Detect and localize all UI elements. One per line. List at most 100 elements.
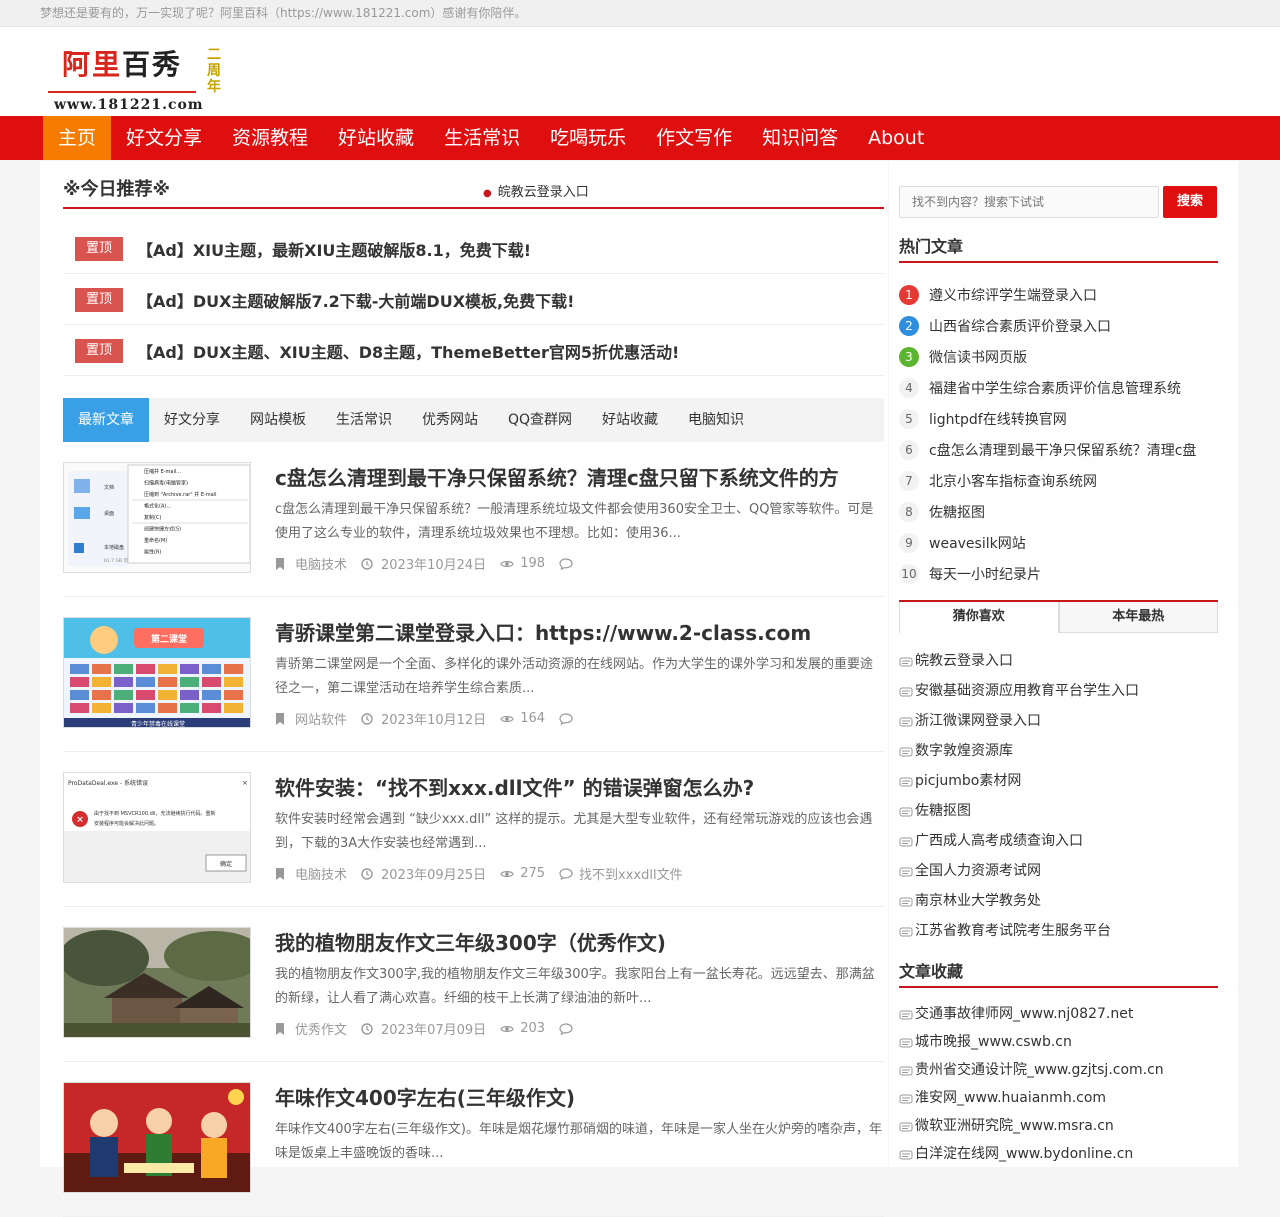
post-thumbnail[interactable]: 第二课堂 青少年禁毒在线课堂 [63, 617, 251, 728]
post-comments[interactable] [559, 709, 575, 728]
post-thumbnail[interactable] [63, 927, 251, 1038]
guess-title[interactable]: 江苏省教育考试院考生服务平台 [915, 920, 1111, 940]
article-tab[interactable]: 好文分享 [149, 398, 235, 442]
pinned-title[interactable]: 【Ad】DUX主题破解版7.2下载-大前端DUX模板,免费下载! [137, 288, 574, 312]
guess-item[interactable]: 皖教云登录入口 [899, 645, 1218, 675]
fav-item[interactable]: 白洋淀在线网_www.bydonline.cn [899, 1139, 1218, 1167]
nav-item[interactable]: 吃喝玩乐 [535, 116, 641, 160]
post-comments[interactable]: 找不到xxxdll文件 [559, 864, 683, 883]
post-title[interactable]: 青骄课堂第二课堂登录入口：https://www.2-class.com [275, 617, 885, 646]
fav-title[interactable]: 微软亚洲研究院_www.msra.cn [915, 1115, 1114, 1135]
hot-item[interactable]: 9 weavesilk网站 [899, 527, 1218, 558]
fav-title[interactable]: 交通事故律师网_www.nj0827.net [915, 1003, 1133, 1023]
post-item[interactable]: 我的植物朋友作文三年级300字（优秀作文) 我的植物朋友作文300字,我的植物朋友… [63, 907, 884, 1062]
article-tab[interactable]: 生活常识 [321, 398, 407, 442]
hot-title[interactable]: c盘怎么清理到最干净只保留系统？清理c盘 [929, 440, 1196, 460]
post-comments[interactable] [559, 1019, 575, 1038]
hot-item[interactable]: 1 遵义市综评学生端登录入口 [899, 279, 1218, 310]
hot-item[interactable]: 5 lightpdf在线转换官网 [899, 403, 1218, 434]
post-item[interactable]: 文档 桌面 本地磁盘 61.7 GB 可用，共 95.4 GB 压缩并 E-ma… [63, 442, 884, 597]
guess-item[interactable]: 数字敦煌资源库 [899, 735, 1218, 765]
post-category[interactable]: 电脑技术 [275, 864, 347, 883]
post-thumbnail[interactable]: 文档 桌面 本地磁盘 61.7 GB 可用，共 95.4 GB 压缩并 E-ma… [63, 462, 251, 573]
hot-title[interactable]: 山西省综合素质评价登录入口 [929, 316, 1111, 336]
nav-item[interactable]: 好文分享 [111, 116, 217, 160]
post-title[interactable]: 我的植物朋友作文三年级300字（优秀作文) [275, 927, 885, 956]
guess-item[interactable]: 广西成人高考成绩查询入口 [899, 825, 1218, 855]
guess-item[interactable]: picjumbo素材网 [899, 765, 1218, 795]
hot-item[interactable]: 4 福建省中学生综合素质评价信息管理系统 [899, 372, 1218, 403]
hot-item[interactable]: 3 微信读书网页版 [899, 341, 1218, 372]
pinned-item[interactable]: 置顶 【Ad】DUX主题、XIU主题、D8主题，ThemeBetter官网5折优惠… [63, 325, 884, 376]
guess-item[interactable]: 安徽基础资源应用教育平台学生入口 [899, 675, 1218, 705]
guess-title[interactable]: 浙江微课网登录入口 [915, 710, 1041, 730]
nav-item[interactable]: 生活常识 [429, 116, 535, 160]
article-tab[interactable]: 网站模板 [235, 398, 321, 442]
post-title[interactable]: c盘怎么清理到最干净只保留系统？清理c盘只留下系统文件的方 [275, 462, 885, 491]
pinned-title[interactable]: 【Ad】XIU主题，最新XIU主题破解版8.1，免费下载! [137, 237, 531, 261]
pinned-title[interactable]: 【Ad】DUX主题、XIU主题、D8主题，ThemeBetter官网5折优惠活动… [137, 339, 679, 363]
guess-title[interactable]: 数字敦煌资源库 [915, 740, 1013, 760]
fav-item[interactable]: 微软亚洲研究院_www.msra.cn [899, 1111, 1218, 1139]
nav-item[interactable]: 好站收藏 [323, 116, 429, 160]
guess-title[interactable]: 南京林业大学教务处 [915, 890, 1041, 910]
article-tab[interactable]: QQ查群网 [493, 398, 587, 442]
fav-title[interactable]: 白洋淀在线网_www.bydonline.cn [915, 1143, 1133, 1163]
post-item[interactable]: 年味作文400字左右(三年级作文) 年味作文400字左右(三年级作文)。年味是烟花… [63, 1062, 884, 1217]
hot-title[interactable]: 福建省中学生综合素质评价信息管理系统 [929, 378, 1181, 398]
nav-item[interactable]: 作文写作 [641, 116, 747, 160]
guess-item[interactable]: 佐糖抠图 [899, 795, 1218, 825]
nav-item[interactable]: 资源教程 [217, 116, 323, 160]
post-item[interactable]: 第二课堂 青少年禁毒在线课堂 青骄课堂第二课堂登录入口：https://www.2… [63, 597, 884, 752]
guess-title[interactable]: 广西成人高考成绩查询入口 [915, 830, 1083, 850]
post-comments[interactable] [559, 554, 575, 573]
hot-title[interactable]: 佐糖抠图 [929, 502, 985, 522]
fav-item[interactable]: 淮安网_www.huaianmh.com [899, 1083, 1218, 1111]
post-thumbnail[interactable] [63, 1082, 251, 1193]
post-category-text[interactable]: 电脑技术 [295, 554, 347, 573]
article-tab[interactable]: 电脑知识 [673, 398, 759, 442]
article-tab[interactable]: 最新文章 [63, 398, 149, 442]
pinned-item[interactable]: 置顶 【Ad】XIU主题，最新XIU主题破解版8.1，免费下载! [63, 223, 884, 274]
post-category-text[interactable]: 优秀作文 [295, 1019, 347, 1038]
fav-item[interactable]: 贵州省交通设计院_www.gzjtsj.com.cn [899, 1055, 1218, 1083]
guess-title[interactable]: 佐糖抠图 [915, 800, 971, 820]
post-category[interactable]: 网站软件 [275, 709, 347, 728]
today-marquee[interactable]: ● 皖教云登录入口 [483, 181, 589, 200]
article-tab[interactable]: 好站收藏 [587, 398, 673, 442]
fav-item[interactable]: 交通事故律师网_www.nj0827.net [899, 999, 1218, 1027]
nav-item[interactable]: 主页 [43, 116, 112, 160]
post-category[interactable]: 电脑技术 [275, 554, 347, 573]
post-thumbnail[interactable]: ProDataDeal.exe - 系统错误 × × 由于找不到 MSVCR100… [63, 772, 251, 883]
hot-title[interactable]: 遵义市综评学生端登录入口 [929, 285, 1097, 305]
article-tab[interactable]: 优秀网站 [407, 398, 493, 442]
site-logo[interactable]: 阿里百秀 www.181221.com 二周年 [46, 41, 226, 121]
guess-title[interactable]: 安徽基础资源应用教育平台学生入口 [915, 680, 1139, 700]
post-category-text[interactable]: 网站软件 [295, 709, 347, 728]
hot-item[interactable]: 8 佐糖抠图 [899, 496, 1218, 527]
nav-item[interactable]: 知识问答 [747, 116, 853, 160]
hot-item[interactable]: 6 c盘怎么清理到最干净只保留系统？清理c盘 [899, 434, 1218, 465]
hot-title[interactable]: 每天一小时纪录片 [929, 564, 1041, 584]
fav-title[interactable]: 淮安网_www.huaianmh.com [915, 1087, 1106, 1107]
search-button[interactable]: 搜索 [1163, 186, 1217, 218]
hot-title[interactable]: 微信读书网页版 [929, 347, 1027, 367]
search-input[interactable] [900, 187, 1158, 217]
guess-title[interactable]: 全国人力资源考试网 [915, 860, 1041, 880]
guess-title[interactable]: picjumbo素材网 [915, 770, 1021, 790]
post-title[interactable]: 软件安装：“找不到xxx.dll文件” 的错误弹窗怎么办? [275, 772, 885, 801]
post-category-text[interactable]: 电脑技术 [295, 864, 347, 883]
pinned-item[interactable]: 置顶 【Ad】DUX主题破解版7.2下载-大前端DUX模板,免费下载! [63, 274, 884, 325]
guess-item[interactable]: 南京林业大学教务处 [899, 885, 1218, 915]
tab-guess[interactable]: 猜你喜欢 [899, 602, 1059, 633]
tab-year-hot[interactable]: 本年最热 [1058, 602, 1218, 633]
post-tag[interactable]: 找不到xxxdll文件 [579, 864, 683, 883]
hot-item[interactable]: 2 山西省综合素质评价登录入口 [899, 310, 1218, 341]
hot-item[interactable]: 10 每天一小时纪录片 [899, 558, 1218, 589]
nav-item[interactable]: About [853, 116, 939, 160]
hot-title[interactable]: 北京小客车指标查询系统网 [929, 471, 1097, 491]
hot-title[interactable]: weavesilk网站 [929, 533, 1026, 553]
guess-item[interactable]: 浙江微课网登录入口 [899, 705, 1218, 735]
fav-title[interactable]: 贵州省交通设计院_www.gzjtsj.com.cn [915, 1059, 1164, 1079]
guess-item[interactable]: 江苏省教育考试院考生服务平台 [899, 915, 1218, 945]
